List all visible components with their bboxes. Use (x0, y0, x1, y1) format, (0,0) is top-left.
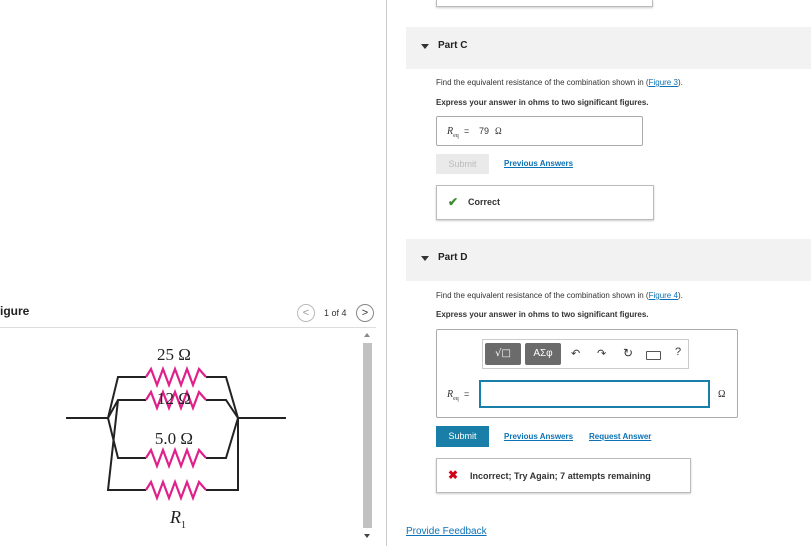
x-icon: ✖ (448, 468, 459, 482)
part-d-feedback-text: Incorrect; Try Again; 7 attempts remaini… (470, 471, 651, 481)
resistor-5 (145, 446, 207, 470)
part-d-figure-link[interactable]: Figure 4 (649, 291, 678, 300)
templates-button[interactable]: √□ (485, 343, 521, 365)
part-c-answer-value: 79 (479, 126, 490, 136)
part-c-submit-button[interactable]: Submit (436, 154, 489, 174)
part-c-instruction: Express your answer in ohms to two signi… (436, 98, 649, 107)
part-c-feedback: ✔ Correct (436, 185, 654, 220)
figure-prev-button[interactable]: < (297, 304, 315, 322)
figure-scrollbar[interactable] (362, 331, 373, 544)
resistor-label-5: 5.0 Ω (155, 429, 193, 448)
part-d-question: Find the equivalent resistance of the co… (436, 291, 683, 300)
part-c-answer-var: Req (447, 126, 459, 139)
part-c-answer-unit: Ω (495, 126, 502, 136)
scroll-up-icon[interactable] (364, 333, 370, 337)
part-c-header[interactable]: Part C (406, 27, 811, 69)
part-d-previous-answers-link[interactable]: Previous Answers (504, 432, 573, 441)
symbols-button[interactable]: ΑΣφ (525, 343, 561, 365)
redo-icon[interactable]: ↷ (597, 347, 606, 360)
math-toolbar: √□ ΑΣφ ↶ ↷ ↻ ? (482, 339, 689, 369)
part-c-answer-eq: = (464, 126, 470, 136)
resistor-label-r1: R1 (169, 507, 186, 531)
resistor-r1 (145, 478, 207, 502)
part-d-unit: Ω (718, 389, 726, 400)
circuit-diagram: 25 Ω 12 Ω 5.0 Ω R1 (66, 345, 286, 531)
part-d-answer-var: Req (447, 389, 459, 402)
part-d-answer-input[interactable] (479, 380, 710, 408)
provide-feedback-link[interactable]: Provide Feedback (406, 526, 487, 537)
part-d-feedback: ✖ Incorrect; Try Again; 7 attempts remai… (436, 458, 691, 493)
part-c-figure-link[interactable]: Figure 3 (649, 78, 678, 87)
resistor-25 (145, 365, 207, 389)
part-d-answer-eq: = (464, 389, 470, 399)
help-button[interactable]: ? (675, 346, 681, 358)
keyboard-icon[interactable] (646, 351, 661, 360)
figure-counter: 1 of 4 (324, 308, 347, 318)
part-d-header[interactable]: Part D (406, 239, 811, 281)
part-d-answer-panel: √□ ΑΣφ ↶ ↷ ↻ ? Req = Ω (436, 329, 738, 418)
resistor-label-25: 25 Ω (157, 345, 191, 364)
previous-feedback-box (436, 0, 653, 7)
chevron-left-icon: < (302, 307, 310, 319)
part-c-previous-answers-link[interactable]: Previous Answers (504, 159, 573, 168)
part-c-answer-box: Req = 79 Ω (436, 116, 643, 146)
part-c-title: Part C (438, 40, 468, 51)
checkmark-icon: ✔ (448, 195, 459, 209)
figure-divider (0, 327, 376, 328)
part-d-instruction: Express your answer in ohms to two signi… (436, 310, 649, 319)
caret-down-icon (421, 44, 429, 49)
part-c-question: Find the equivalent resistance of the co… (436, 78, 683, 87)
figure-title: igure (0, 304, 30, 318)
scroll-down-icon[interactable] (364, 534, 370, 538)
resistor-label-12: 12 Ω (157, 389, 191, 408)
scroll-thumb[interactable] (363, 343, 372, 528)
chevron-right-icon: > (361, 307, 369, 319)
undo-icon[interactable]: ↶ (571, 347, 580, 360)
caret-down-icon (421, 256, 429, 261)
part-d-request-answer-link[interactable]: Request Answer (589, 432, 651, 441)
figure-next-button[interactable]: > (356, 304, 374, 322)
part-d-submit-button[interactable]: Submit (436, 426, 489, 447)
reset-icon[interactable]: ↻ (623, 346, 633, 360)
figure-panel: igure < 1 of 4 > 25 Ω 12 Ω 5.0 Ω R1 (0, 0, 387, 546)
part-d-title: Part D (438, 252, 468, 263)
part-c-feedback-text: Correct (468, 197, 501, 207)
